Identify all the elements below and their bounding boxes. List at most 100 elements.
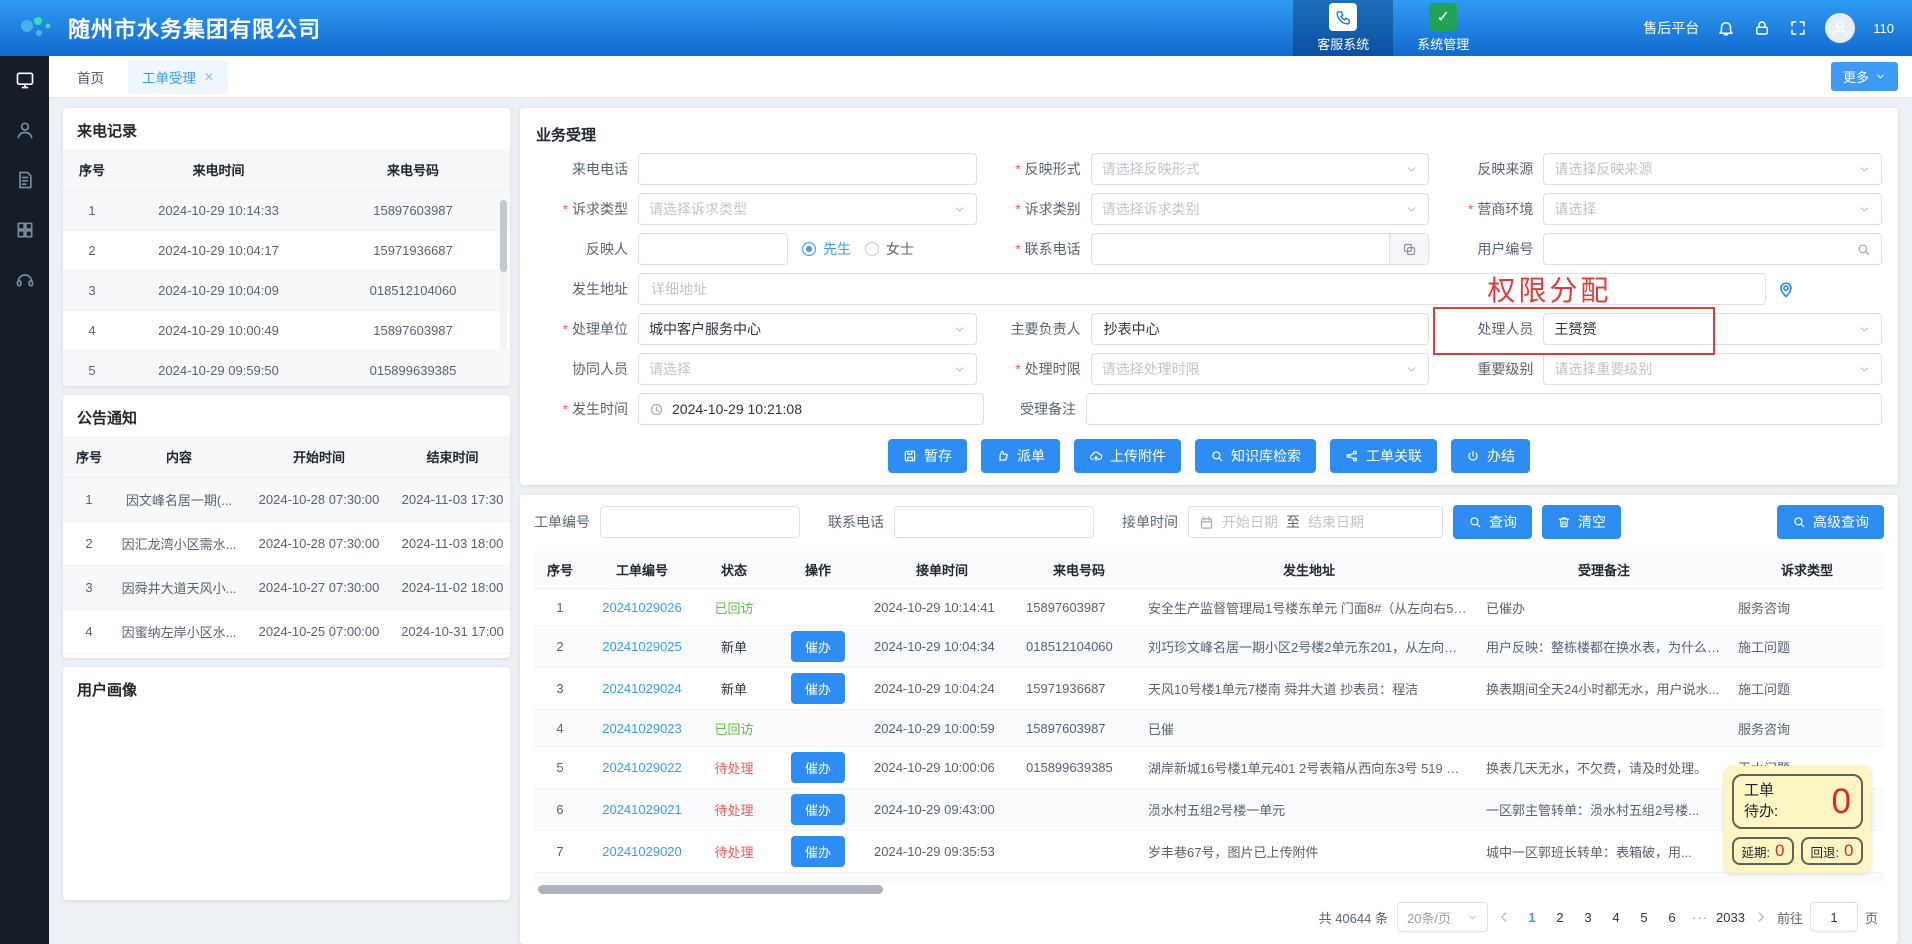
grid-icon[interactable] [15,220,35,240]
user-no-input[interactable] [1554,240,1856,258]
order-number-link[interactable]: 20241029024 [602,681,682,696]
chevron-down-icon [1858,163,1871,176]
lock-icon[interactable] [1753,19,1771,37]
search-order-no-input[interactable] [611,513,789,531]
bell-icon[interactable] [1717,19,1735,37]
page-number[interactable]: 2033 [1716,910,1745,925]
page-number[interactable]: 5 [1632,910,1656,925]
gender-radio-female[interactable]: 女士 [865,239,914,259]
reflect-source-select[interactable]: 请选择反映来源 [1543,153,1882,185]
goto-page-input[interactable] [1810,902,1858,932]
call-phone-input[interactable] [649,160,966,178]
notice-row[interactable]: 1因文峰名居一期(...2024-10-28 07:30:002024-11-0… [63,478,510,522]
user-icon[interactable] [15,120,35,140]
appeal-type-select[interactable]: 请选择诉求类型 [638,193,977,225]
vertical-scrollbar[interactable] [500,200,507,350]
occur-time-picker[interactable]: 2024-10-29 10:21:08 [638,393,984,425]
urge-button[interactable]: 催办 [791,836,845,867]
工单关联-button[interactable]: 工单关联 [1330,439,1437,473]
todo-main-box[interactable]: 工单 待办: 0 [1732,774,1863,829]
notice-row[interactable]: 3因舜井大道天风小...2024-10-27 07:30:002024-11-0… [63,566,510,610]
order-number-link[interactable]: 20241029026 [602,600,682,615]
nav-system-management[interactable]: ✓ 系统管理 [1393,0,1493,56]
call-phone: 015899639385 [316,351,510,387]
business-env-select[interactable]: 请选择 [1543,193,1882,225]
call-record-row[interactable]: 12024-10-29 10:14:3315897603987 [63,191,510,231]
order-number-link[interactable]: 20241029020 [602,844,682,859]
importance-select[interactable]: 请选择重要级别 [1543,353,1882,385]
暂存-button[interactable]: 暂存 [888,439,967,473]
headset-icon[interactable] [15,270,35,290]
field-handle-unit: 处理单位 城中客户服务中心 [536,313,977,345]
main-principal-input[interactable] [1102,320,1419,338]
col-header: 序号 [63,436,115,478]
page-number[interactable]: 1 [1520,910,1544,925]
notice-row[interactable]: 4因蜜纳左岸小区水...2024-10-25 07:00:002024-10-3… [63,610,510,654]
contact-phone-input[interactable] [1102,240,1390,258]
close-tab-icon[interactable]: ✕ [204,70,214,84]
field-label: 反映人 [536,239,638,259]
call-record-row[interactable]: 22024-10-29 10:04:1715971936687 [63,231,510,271]
remark-input[interactable] [1097,400,1871,418]
next-page-icon[interactable] [1754,910,1768,924]
notice-start: 2024-10-28 07:30:00 [243,478,395,522]
gender-radio-male[interactable]: 先生 [802,239,851,259]
order-number-link[interactable]: 20241029022 [602,760,682,775]
call-record-row[interactable]: 42024-10-29 10:00:4915897603987 [63,311,510,351]
order-seq: 8 [534,873,586,884]
notice-end: 2024-10-31 17:00 [395,610,510,654]
urge-button[interactable]: 催办 [791,752,845,783]
monitor-icon[interactable] [15,70,35,90]
call-record-row[interactable]: 32024-10-29 10:04:09018512104060 [63,271,510,311]
co-staff-select[interactable]: 请选择 [638,353,977,385]
page-number[interactable]: 4 [1604,910,1628,925]
appeal-category-select[interactable]: 请选择诉求类别 [1091,193,1430,225]
document-icon[interactable] [15,170,35,190]
知识库检索-button[interactable]: 知识库检索 [1195,439,1316,473]
notice-row[interactable]: 2因汇龙湾小区需水...2024-10-28 07:30:002024-11-0… [63,522,510,566]
reporter-input[interactable] [649,240,777,258]
order-number-link[interactable]: 20241029023 [602,721,682,736]
order-number-link[interactable]: 20241029025 [602,639,682,654]
上传附件-button[interactable]: 上传附件 [1074,439,1181,473]
handler-select[interactable]: 王赟赟 [1543,313,1882,345]
search-phone-input[interactable] [905,513,1083,531]
horizontal-scrollbar[interactable] [538,885,1884,894]
handle-unit-select[interactable]: 城中客户服务中心 [638,313,977,345]
page-number[interactable]: 3 [1576,910,1600,925]
todo-return-box[interactable]: 回退:0 [1801,837,1863,865]
page-size-select[interactable]: 20条/页 [1397,902,1488,932]
nav-customer-service[interactable]: 客服系统 [1293,0,1393,56]
urge-button[interactable]: 催办 [791,631,845,662]
location-pin-icon[interactable] [1776,279,1796,299]
reflect-form-select[interactable]: 请选择反映形式 [1091,153,1430,185]
tab-work-order[interactable]: 工单受理 ✕ [128,60,228,94]
todo-delay-box[interactable]: 延期:0 [1732,837,1794,865]
avatar[interactable] [1825,13,1855,43]
after-sales-platform-link[interactable]: 售后平台 [1643,18,1699,38]
query-button[interactable]: 查询 [1453,505,1532,539]
page-number[interactable]: 6 [1660,910,1684,925]
page-number[interactable]: 2 [1548,910,1572,925]
clear-button[interactable]: 清空 [1542,505,1621,539]
search-icon[interactable] [1856,242,1871,257]
prev-page-icon[interactable] [1497,910,1511,924]
办结-button[interactable]: 办结 [1451,439,1530,473]
copy-button[interactable] [1389,234,1428,264]
order-number-link[interactable]: 20241029021 [602,802,682,817]
handle-limit-select[interactable]: 请选择处理时限 [1091,353,1430,385]
trash-icon [1557,515,1571,529]
call-record-row[interactable]: 52024-10-29 09:59:50015899639385 [63,351,510,387]
派单-button[interactable]: 派单 [981,439,1060,473]
fullscreen-icon[interactable] [1789,19,1807,37]
order-accept-time: 2024-10-29 10:14:41 [866,589,1018,626]
sidebar [0,56,49,944]
urge-button[interactable]: 催办 [791,673,845,704]
date-range-picker[interactable]: 开始日期 至 结束日期 [1188,506,1443,538]
field-label: 重要级别 [1441,359,1543,379]
advanced-query-button[interactable]: 高级查询 [1777,505,1884,539]
urge-button[interactable]: 催办 [791,794,845,825]
field-occur-time: 发生时间 2024-10-29 10:21:08 [536,393,984,425]
more-button[interactable]: 更多 [1831,62,1898,91]
tab-home[interactable]: 首页 [63,60,118,94]
